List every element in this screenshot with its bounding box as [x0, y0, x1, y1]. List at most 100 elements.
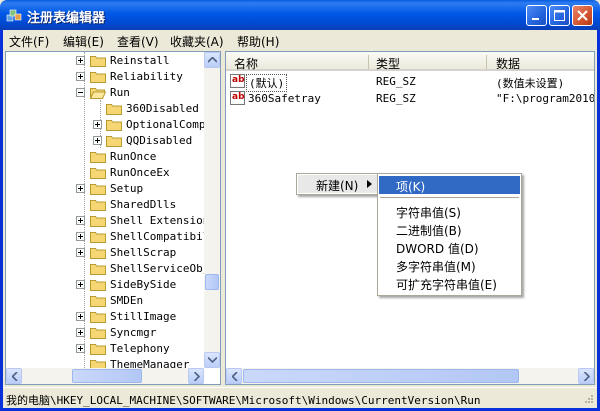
value-name: 360Safetray [248, 92, 321, 105]
expand-icon[interactable] [76, 232, 85, 241]
tree-item-label: ShellServiceObj [110, 262, 210, 275]
close-button[interactable] [572, 5, 593, 26]
menu-edit[interactable]: 编辑(E) [63, 33, 104, 50]
column-divider[interactable] [486, 55, 487, 69]
menu-item-label: 可扩充字符串值(E) [396, 278, 497, 292]
maximize-button[interactable] [549, 5, 570, 26]
tree-item-runonceex[interactable]: RunOnceEx [6, 165, 206, 181]
tree-item-label: Reinstall [110, 54, 170, 67]
tree-horizontal-scrollbar[interactable] [6, 368, 204, 384]
minimize-button[interactable] [526, 5, 547, 26]
arrow-right-icon [194, 372, 200, 381]
expand-icon[interactable] [76, 248, 85, 257]
scroll-thumb[interactable] [72, 369, 142, 383]
tree-item-telephony[interactable]: Telephony [6, 341, 206, 357]
value-data: (数值未设置) [496, 77, 565, 90]
value-type: REG_SZ [376, 92, 416, 105]
tree-item-runonce[interactable]: RunOnce [6, 149, 206, 165]
expand-icon[interactable] [76, 312, 85, 321]
menu-item-key[interactable]: 项(K) [379, 176, 520, 194]
expand-icon[interactable] [76, 216, 85, 225]
tree-item-360disabled[interactable]: 360Disabled [6, 101, 206, 117]
tree-item-label: Shell Extension [110, 214, 210, 227]
folder-icon [90, 264, 106, 275]
menu-separator [380, 197, 519, 198]
menu-favorites[interactable]: 收藏夹(A) [170, 33, 224, 50]
expand-icon[interactable] [76, 56, 85, 65]
tree-item-shellscrap[interactable]: ShellScrap [6, 245, 206, 261]
column-divider[interactable] [368, 55, 369, 69]
menu-help[interactable]: 帮助(H) [237, 33, 279, 50]
scroll-right-button[interactable] [188, 368, 204, 384]
expand-icon[interactable] [76, 344, 85, 353]
menu-item-new[interactable]: 新建(N) [298, 175, 378, 193]
tree-item-reliability[interactable]: Reliability [6, 69, 206, 85]
scroll-right-button[interactable] [578, 368, 594, 384]
folder-icon [106, 136, 122, 147]
tree-item-syncmgr[interactable]: Syncmgr [6, 325, 206, 341]
expand-icon[interactable] [76, 280, 85, 289]
tree-item-reinstall[interactable]: Reinstall [6, 53, 206, 69]
tree-item-run[interactable]: Run [6, 85, 206, 101]
expand-icon[interactable] [76, 328, 85, 337]
scroll-thumb[interactable] [243, 369, 519, 383]
list-horizontal-scrollbar[interactable] [226, 368, 594, 384]
tree-item-optionalcomp[interactable]: OptionalComp [6, 117, 206, 133]
folder-icon [90, 168, 106, 179]
value-data: "F:\program201002 [496, 92, 595, 105]
expand-icon[interactable] [76, 184, 85, 193]
list-row[interactable]: ab 360Safetray REG_SZ "F:\program201002 [226, 90, 595, 107]
folder-icon [90, 72, 106, 83]
window-title: 注册表编辑器 [27, 11, 106, 26]
folder-icon [90, 248, 106, 259]
expand-icon[interactable] [93, 120, 102, 129]
list-row[interactable]: ab (默认) REG_SZ (数值未设置) [226, 73, 594, 92]
list-header: 名称 类型 数据 [226, 52, 594, 72]
folder-icon [106, 120, 122, 131]
scroll-left-button[interactable] [226, 368, 242, 384]
tree-item-label: ShellCompatibil [110, 230, 210, 243]
column-header-data[interactable]: 数据 [496, 55, 520, 72]
status-path: 我的电脑\HKEY_LOCAL_MACHINE\SOFTWARE\Microso… [6, 394, 481, 407]
menu-view[interactable]: 查看(V) [117, 33, 159, 50]
tree-item-sidebyside[interactable]: SideBySide [6, 277, 206, 293]
folder-icon [90, 280, 106, 291]
tree-item-shell-extension[interactable]: Shell Extension [6, 213, 210, 229]
folder-icon [90, 232, 106, 243]
tree-item-label: RunOnceEx [110, 166, 170, 179]
submenu-arrow-icon [367, 180, 372, 188]
column-header-name[interactable]: 名称 [234, 55, 258, 72]
menu-item-label: 多字符串值(M) [396, 260, 476, 274]
tree-item-shareddlls[interactable]: SharedDlls [6, 197, 206, 213]
tree-vertical-scrollbar[interactable] [204, 52, 220, 368]
column-header-type[interactable]: 类型 [376, 55, 400, 72]
title-bar[interactable]: 注册表编辑器 [0, 0, 600, 30]
scroll-down-button[interactable] [204, 352, 220, 368]
tree-item-setup[interactable]: Setup [6, 181, 206, 197]
menu-item-label: 项(K) [396, 180, 426, 194]
collapse-icon[interactable] [76, 88, 85, 97]
menu-item-expandable-string-value[interactable]: 可扩充字符串值(E) [379, 274, 520, 292]
menu-item-string-value[interactable]: 字符串值(S) [379, 202, 520, 220]
tree-item-qqdisabled[interactable]: QQDisabled [6, 133, 206, 149]
expand-icon[interactable] [93, 136, 102, 145]
menu-bar: 文件(F) 编辑(E) 查看(V) 收藏夹(A) 帮助(H) [3, 30, 597, 49]
folder-icon [90, 152, 106, 163]
scroll-left-button[interactable] [6, 368, 22, 384]
menu-item-dword-value[interactable]: DWORD 值(D) [379, 238, 520, 256]
tree-item-label: RunOnce [110, 150, 157, 163]
scroll-up-button[interactable] [204, 52, 220, 68]
tree-item-stillimage[interactable]: StillImage [6, 309, 206, 325]
tree-item-label: Setup [110, 182, 144, 195]
scroll-thumb[interactable] [205, 274, 219, 290]
window-frame-left [0, 30, 3, 411]
tree-item-smden[interactable]: SMDEn [6, 293, 206, 309]
expand-icon[interactable] [76, 72, 85, 81]
resize-grip-icon[interactable] [582, 393, 594, 405]
menu-item-binary-value[interactable]: 二进制值(B) [379, 220, 520, 238]
menu-item-multi-string-value[interactable]: 多字符串值(M) [379, 256, 520, 274]
tree-item-shellserviceobj[interactable]: ShellServiceObj [6, 261, 210, 277]
key-tree[interactable]: Reinstall Reliability Run 360Disabled Op… [5, 51, 221, 385]
tree-item-shellcompatibil[interactable]: ShellCompatibil [6, 229, 210, 245]
menu-file[interactable]: 文件(F) [9, 33, 49, 50]
